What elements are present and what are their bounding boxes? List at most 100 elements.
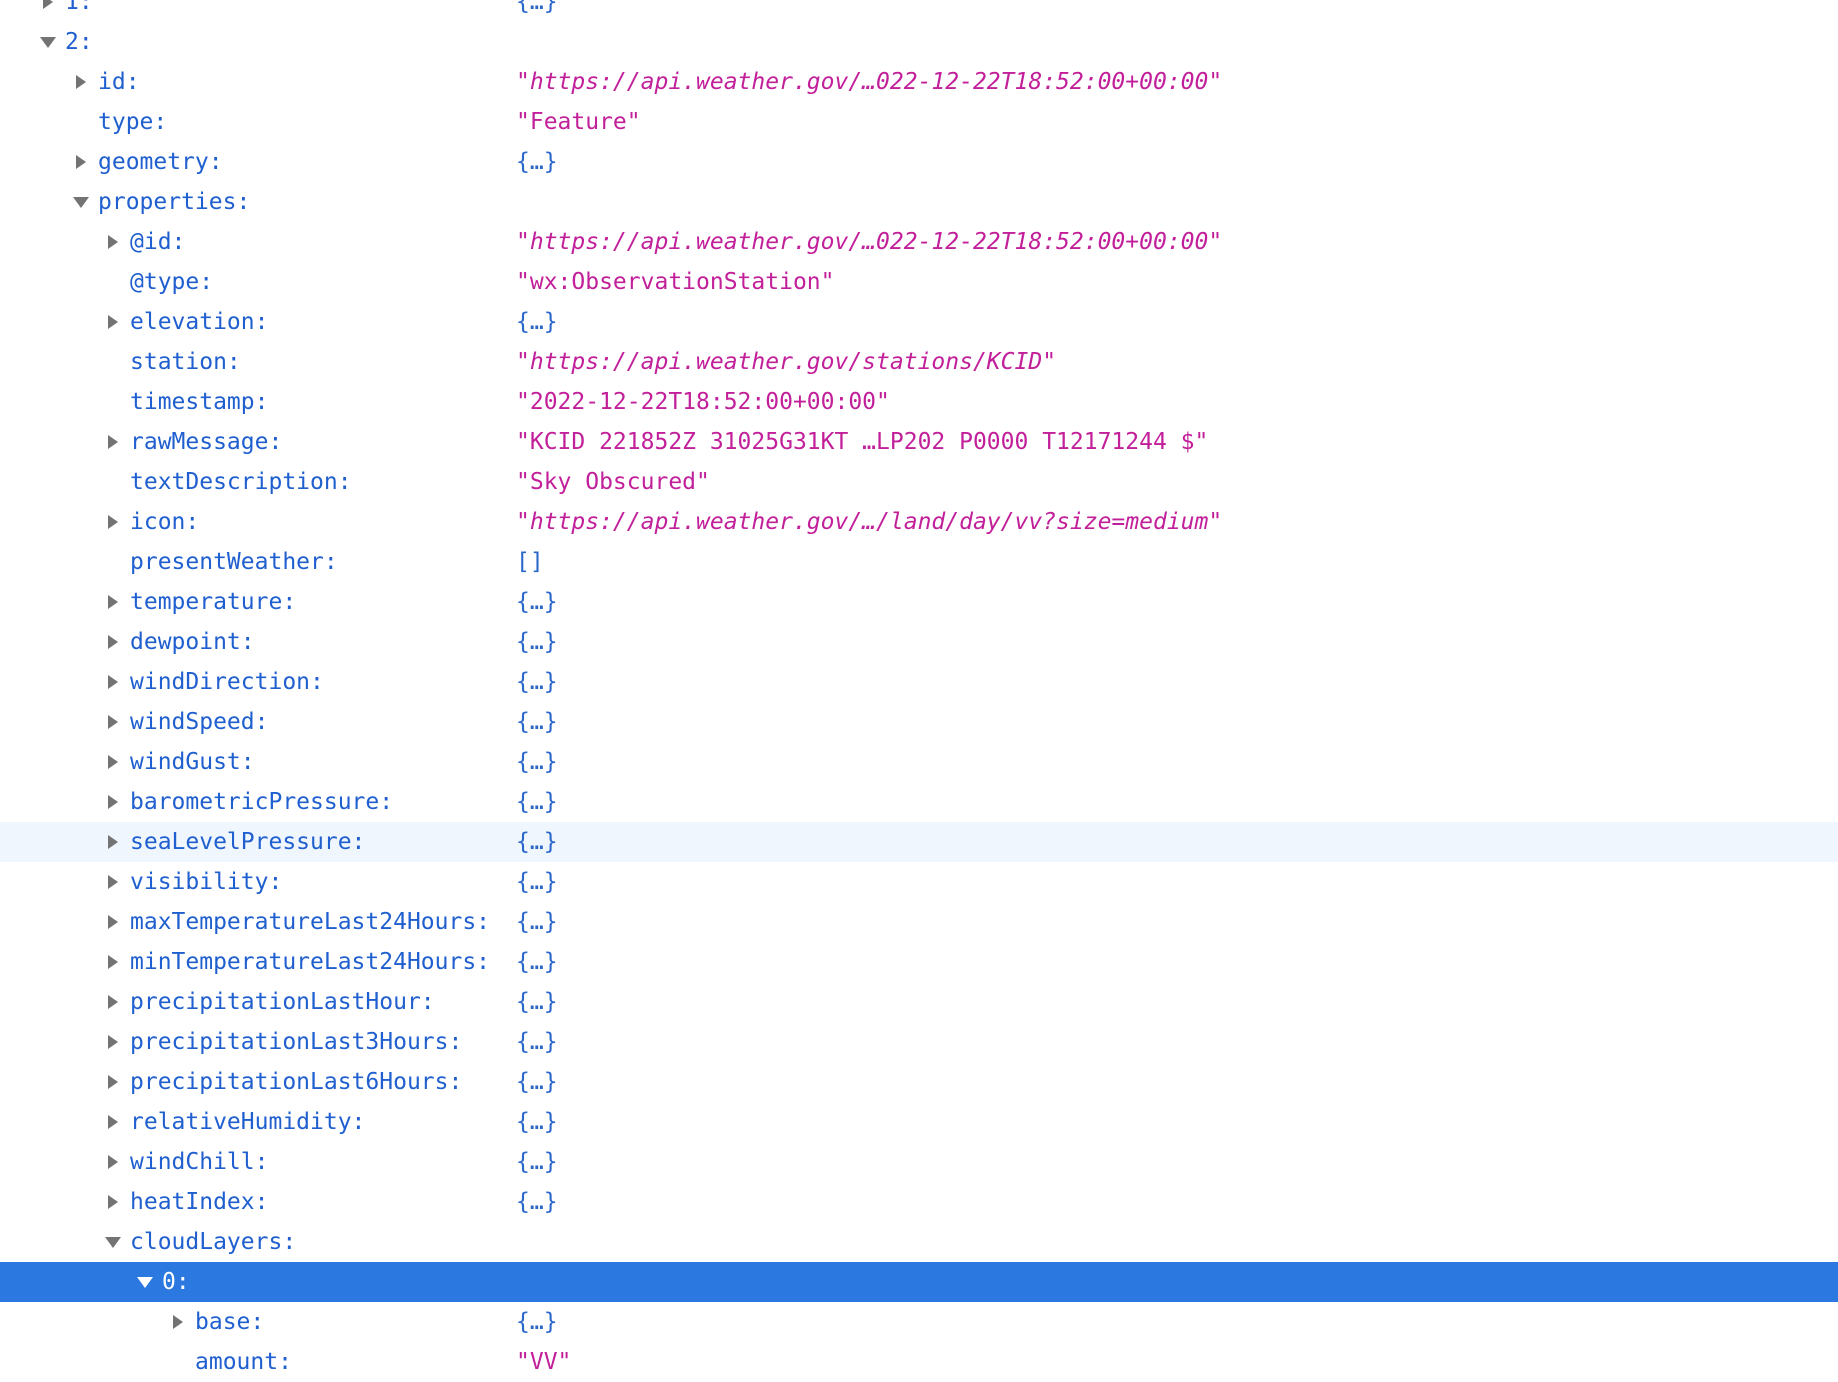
tree-row[interactable]: icon: "https://api.weather.gov/…/land/day… — [0, 502, 1838, 542]
tree-row[interactable]: amount: "VV" — [0, 1342, 1838, 1382]
expand-arrow-right-icon[interactable] — [103, 622, 123, 662]
tree-row[interactable]: seaLevelPressure: {…} — [0, 822, 1838, 862]
expand-arrow-right-icon[interactable] — [103, 822, 123, 862]
expand-arrow-right-icon[interactable] — [103, 1102, 123, 1142]
tree-key: 2: — [65, 29, 93, 55]
tree-row[interactable]: base: {…} — [0, 1302, 1838, 1342]
tree-row[interactable]: barometricPressure: {…} — [0, 782, 1838, 822]
tree-row[interactable]: rawMessage: "KCID 221852Z 31025G31KT …LP2… — [0, 422, 1838, 462]
tree-row[interactable]: relativeHumidity: {…} — [0, 1102, 1838, 1142]
tree-row[interactable]: 0: — [0, 1262, 1838, 1302]
tree-value: {…} — [516, 1309, 558, 1335]
expand-arrow-right-icon[interactable] — [103, 662, 123, 702]
tree-row[interactable]: type: "Feature" — [0, 102, 1838, 142]
tree-row[interactable]: windSpeed: {…} — [0, 702, 1838, 742]
tree-key: maxTemperatureLast24Hours: — [130, 909, 491, 935]
expand-arrow-right-icon[interactable] — [103, 782, 123, 822]
expand-arrow-right-icon[interactable] — [103, 742, 123, 782]
expand-arrow-right-icon[interactable] — [103, 982, 123, 1022]
tree-value: [] — [516, 549, 544, 575]
tree-row[interactable]: textDescription: "Sky Obscured" — [0, 462, 1838, 502]
tree-row[interactable]: properties: — [0, 182, 1838, 222]
tree-key: amount: — [195, 1349, 292, 1375]
tree-key: precipitationLastHour: — [130, 989, 435, 1015]
tree-value: {…} — [516, 149, 558, 175]
tree-value: {…} — [516, 829, 558, 855]
tree-row[interactable]: @type: "wx:ObservationStation" — [0, 262, 1838, 302]
tree-row[interactable]: 1: {…} — [0, 0, 1838, 22]
tree-row[interactable]: precipitationLastHour: {…} — [0, 982, 1838, 1022]
expand-arrow-right-icon[interactable] — [103, 902, 123, 942]
expand-arrow-right-icon[interactable] — [103, 1062, 123, 1102]
tree-key: @id: — [130, 229, 186, 255]
tree-key: elevation: — [130, 309, 269, 335]
tree-row[interactable]: presentWeather: [] — [0, 542, 1838, 582]
tree-row[interactable]: windChill: {…} — [0, 1142, 1838, 1182]
tree-key: type: — [98, 109, 168, 135]
tree-key: 1: — [65, 0, 93, 15]
tree-row[interactable]: elevation: {…} — [0, 302, 1838, 342]
tree-value: {…} — [516, 909, 558, 935]
tree-row[interactable]: windDirection: {…} — [0, 662, 1838, 702]
tree-key: timestamp: — [130, 389, 269, 415]
tree-value: "wx:ObservationStation" — [516, 269, 835, 295]
tree-value: "KCID 221852Z 31025G31KT …LP202 P0000 T1… — [516, 429, 1209, 455]
tree-value: {…} — [516, 949, 558, 975]
tree-row[interactable]: visibility: {…} — [0, 862, 1838, 902]
tree-row[interactable]: precipitationLast6Hours: {…} — [0, 1062, 1838, 1102]
expand-arrow-down-icon[interactable] — [135, 1262, 155, 1302]
tree-row[interactable]: id: "https://api.weather.gov/…022-12-22T1… — [0, 62, 1838, 102]
tree-value: "https://api.weather.gov/stations/KCID" — [516, 349, 1057, 375]
tree-key: base: — [195, 1309, 265, 1335]
tree-row[interactable]: heatIndex: {…} — [0, 1182, 1838, 1222]
tree-value: {…} — [516, 1029, 558, 1055]
tree-row[interactable]: 2: — [0, 22, 1838, 62]
tree-key: precipitationLast6Hours: — [130, 1069, 463, 1095]
expand-arrow-down-icon[interactable] — [71, 182, 91, 222]
tree-value: {…} — [516, 709, 558, 735]
tree-row[interactable]: temperature: {…} — [0, 582, 1838, 622]
expand-arrow-right-icon[interactable] — [103, 582, 123, 622]
expand-arrow-down-icon[interactable] — [38, 22, 58, 62]
expand-arrow-right-icon[interactable] — [103, 302, 123, 342]
tree-row[interactable]: minTemperatureLast24Hours: {…} — [0, 942, 1838, 982]
tree-row[interactable]: timestamp: "2022-12-22T18:52:00+00:00" — [0, 382, 1838, 422]
tree-value: {…} — [516, 589, 558, 615]
tree-value: {…} — [516, 669, 558, 695]
tree-key: relativeHumidity: — [130, 1109, 366, 1135]
tree-value: "https://api.weather.gov/…/land/day/vv?s… — [516, 509, 1223, 535]
tree-row[interactable]: geometry: {…} — [0, 142, 1838, 182]
expand-arrow-down-icon[interactable] — [103, 1222, 123, 1262]
tree-row[interactable]: windGust: {…} — [0, 742, 1838, 782]
expand-arrow-right-icon[interactable] — [103, 862, 123, 902]
tree-row[interactable]: precipitationLast3Hours: {…} — [0, 1022, 1838, 1062]
tree-value: {…} — [516, 749, 558, 775]
tree-row[interactable]: dewpoint: {…} — [0, 622, 1838, 662]
tree-key: dewpoint: — [130, 629, 255, 655]
tree-value: {…} — [516, 789, 558, 815]
expand-arrow-right-icon[interactable] — [168, 1302, 188, 1342]
expand-arrow-right-icon[interactable] — [103, 1022, 123, 1062]
expand-arrow-right-icon[interactable] — [103, 422, 123, 462]
tree-value: {…} — [516, 1189, 558, 1215]
tree-value: "https://api.weather.gov/…022-12-22T18:5… — [516, 229, 1223, 255]
tree-row[interactable]: cloudLayers: — [0, 1222, 1838, 1262]
tree-value: {…} — [516, 629, 558, 655]
expand-arrow-right-icon[interactable] — [103, 1142, 123, 1182]
expand-arrow-right-icon[interactable] — [38, 0, 58, 22]
expand-arrow-right-icon[interactable] — [71, 62, 91, 102]
tree-key: cloudLayers: — [130, 1229, 297, 1255]
tree-value: {…} — [516, 1069, 558, 1095]
tree-row[interactable]: maxTemperatureLast24Hours: {…} — [0, 902, 1838, 942]
expand-arrow-right-icon[interactable] — [103, 1182, 123, 1222]
expand-arrow-right-icon[interactable] — [71, 142, 91, 182]
expand-arrow-right-icon[interactable] — [103, 702, 123, 742]
tree-key: 0: — [162, 1269, 190, 1295]
tree-row[interactable]: station: "https://api.weather.gov/station… — [0, 342, 1838, 382]
tree-row[interactable]: @id: "https://api.weather.gov/…022-12-22T… — [0, 222, 1838, 262]
tree-key: windGust: — [130, 749, 255, 775]
expand-arrow-right-icon[interactable] — [103, 502, 123, 542]
tree-value: {…} — [516, 0, 558, 15]
expand-arrow-right-icon[interactable] — [103, 942, 123, 982]
expand-arrow-right-icon[interactable] — [103, 222, 123, 262]
